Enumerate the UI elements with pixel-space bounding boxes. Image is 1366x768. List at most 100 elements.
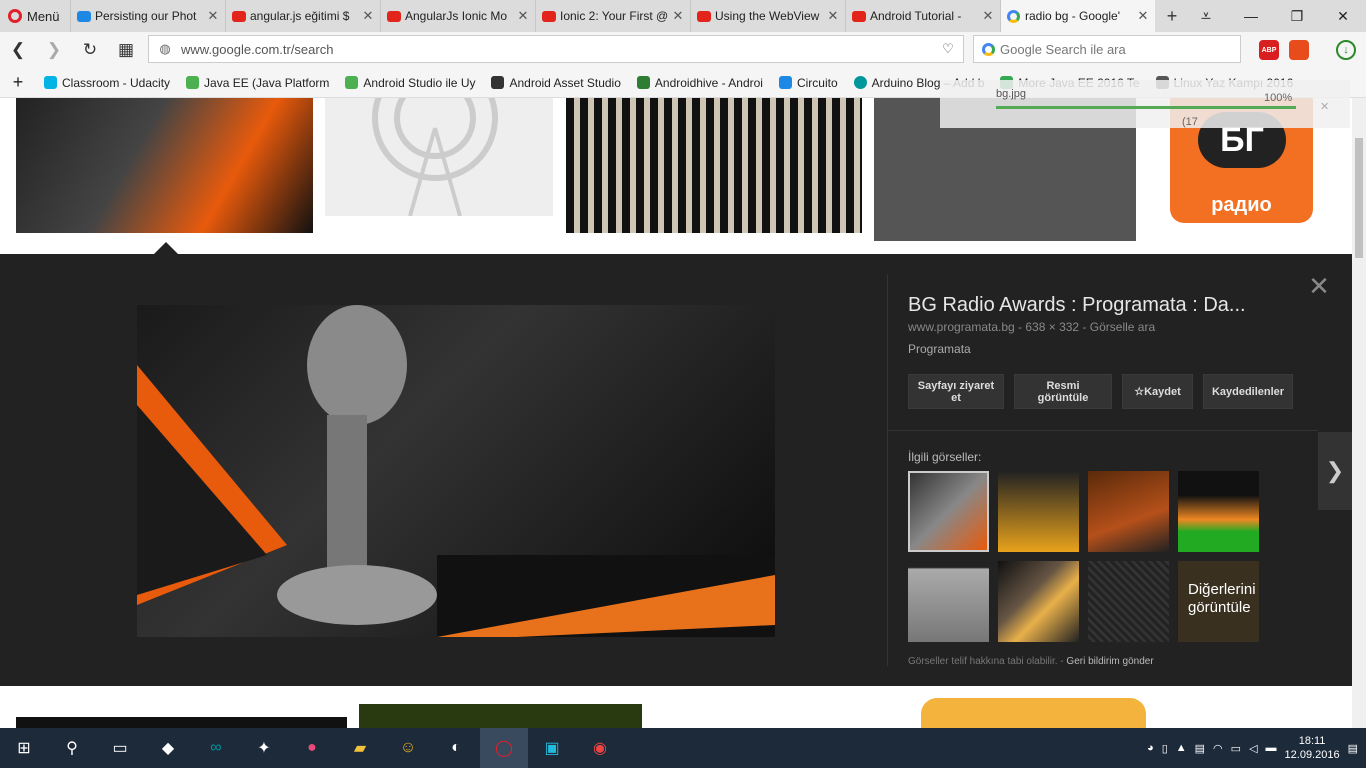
image-result[interactable] (325, 98, 553, 217)
tab[interactable]: Using the WebView ✕ (690, 0, 845, 32)
tab[interactable]: Ionic 2: Your First @ ✕ (535, 0, 690, 32)
close-tab-icon[interactable]: ✕ (207, 8, 219, 24)
flickr-icon[interactable]: ● (288, 728, 336, 768)
url-input[interactable]: ◍ www.google.com.tr/search ♡ (148, 35, 964, 63)
copyright-note: Görseller telif hakkına tabi olabilir. (908, 656, 1058, 667)
star-icon: ☆ (1134, 385, 1145, 398)
usb-icon[interactable]: ▯ (1162, 742, 1168, 755)
bookmark-item[interactable]: Circuito (771, 76, 846, 90)
forward-icon[interactable]: ❯ (36, 32, 72, 68)
speed-dial-icon[interactable]: ▦ (108, 32, 144, 68)
download-popup[interactable]: bg.jpg 100% (17 ✕ (940, 80, 1350, 128)
save-button[interactable]: ☆ Kaydet (1122, 374, 1193, 409)
image-result[interactable] (566, 98, 862, 233)
image-result[interactable] (921, 698, 1146, 728)
minimize-icon[interactable]: — (1228, 0, 1274, 32)
file-explorer-icon[interactable]: ▰ (336, 728, 384, 768)
notification-icon[interactable]: ▤ (1348, 742, 1358, 755)
new-tab-button[interactable]: + (1155, 0, 1189, 32)
start-icon[interactable]: ⊞ (0, 728, 48, 768)
scrollbar[interactable] (1352, 98, 1366, 728)
download-icon[interactable]: ↓ (1336, 40, 1356, 60)
scrollbar-thumb[interactable] (1355, 138, 1363, 258)
task-view-icon[interactable]: ▭ (96, 728, 144, 768)
more-images-label: Diğerlerini görüntüle (1188, 581, 1256, 616)
feedback-link[interactable]: Geri bildirim gönder (1066, 656, 1153, 667)
preview-image[interactable] (137, 305, 775, 637)
opera-icon[interactable]: ◯ (480, 728, 528, 768)
saved-button[interactable]: Kaydedilenler (1203, 374, 1293, 409)
related-image[interactable] (908, 471, 989, 552)
related-image[interactable] (908, 561, 989, 642)
bookmark-item[interactable]: Android Studio ile Uy (337, 76, 483, 90)
udacity-icon (44, 76, 57, 89)
preview-meta[interactable]: www.programata.bg - 638 × 332 - Görselle… (908, 320, 1155, 334)
tab[interactable]: AngularJs Ionic Mo ✕ (380, 0, 535, 32)
next-image-icon[interactable]: ❯ (1318, 432, 1352, 510)
chrome-icon[interactable]: ◉ (576, 728, 624, 768)
virtualbox-icon[interactable]: ◆ (144, 728, 192, 768)
tab[interactable]: Android Tutorial - ✕ (845, 0, 1000, 32)
bookmark-item[interactable]: Java EE (Java Platform (178, 76, 337, 90)
related-image[interactable] (998, 561, 1079, 642)
clock-time: 18:11 (1298, 735, 1326, 747)
tab[interactable]: angular.js eğitimi $ ✕ (225, 0, 380, 32)
unity-icon[interactable]: ✦ (240, 728, 288, 768)
close-tab-icon[interactable]: ✕ (1137, 8, 1149, 24)
app-icon[interactable]: ☺ (384, 728, 432, 768)
eclipse-icon[interactable]: ◐ (432, 728, 480, 768)
radio-tower-image (372, 98, 498, 217)
bookmark-item[interactable]: Androidhive - Androi (629, 76, 771, 90)
preview-source: Programata (908, 342, 971, 356)
keyboard-icon[interactable]: ▬ (1266, 742, 1277, 754)
tab-menu-icon[interactable]: ⩡ (1189, 0, 1223, 32)
bookmark-item[interactable]: Classroom - Udacity (36, 76, 178, 90)
nvidia-icon[interactable]: ▲ (1176, 742, 1187, 754)
webstorm-icon[interactable]: ▣ (528, 728, 576, 768)
address-bar: ❮ ❯ ↻ ▦ ◍ www.google.com.tr/search ♡ Goo… (0, 32, 1366, 68)
visit-page-button[interactable]: Sayfayı ziyaret et (908, 374, 1004, 409)
image-result[interactable] (16, 717, 347, 728)
maximize-icon[interactable]: ❐ (1274, 0, 1320, 32)
close-tab-icon[interactable]: ✕ (827, 8, 839, 24)
arduino-icon[interactable]: ∞ (192, 728, 240, 768)
close-tab-icon[interactable]: ✕ (362, 8, 374, 24)
reload-icon[interactable]: ↻ (72, 32, 108, 68)
weather-icon[interactable]: ◕ (1147, 742, 1154, 754)
close-window-icon[interactable]: ✕ (1320, 0, 1366, 32)
bookmark-item[interactable]: Android Asset Studio (483, 76, 628, 90)
related-image[interactable] (1088, 471, 1169, 552)
extension-icon[interactable] (1289, 40, 1309, 60)
close-tab-icon[interactable]: ✕ (672, 8, 684, 24)
preview-pointer (154, 242, 178, 254)
add-bookmark-icon[interactable]: + (0, 72, 36, 93)
wifi-icon[interactable]: ◠ (1213, 742, 1223, 755)
preview-title[interactable]: BG Radio Awards : Programata : Da... (908, 294, 1298, 317)
circuito-icon (778, 76, 792, 89)
view-image-button[interactable]: Resmi görüntüle (1014, 374, 1112, 409)
volume-icon[interactable]: ◁ (1249, 742, 1257, 755)
network-icon[interactable]: ▤ (1195, 742, 1205, 755)
search-icon[interactable]: ⚲ (48, 728, 96, 768)
more-images-tile[interactable]: Diğerlerini görüntüle (1178, 561, 1259, 642)
close-tab-icon[interactable]: ✕ (517, 8, 529, 24)
opera-menu-button[interactable]: Menü (0, 0, 70, 32)
close-tab-icon[interactable]: ✕ (982, 8, 994, 24)
clock[interactable]: 18:11 12.09.2016 (1285, 734, 1340, 762)
related-image[interactable] (998, 471, 1079, 552)
close-download-icon[interactable]: ✕ (1320, 100, 1329, 113)
image-result[interactable] (359, 704, 642, 728)
heart-icon[interactable]: ♡ (933, 41, 963, 57)
adblock-icon[interactable]: ABP (1259, 40, 1279, 60)
download-filename: bg.jpg (996, 88, 1026, 100)
related-image[interactable] (1178, 471, 1259, 552)
close-icon[interactable]: ✕ (1305, 272, 1333, 300)
related-image[interactable] (1088, 561, 1169, 642)
tab-title: radio bg - Google' (1025, 9, 1121, 23)
battery-icon[interactable]: ▭ (1231, 742, 1241, 755)
tab[interactable]: Persisting our Phot ✕ (70, 0, 225, 32)
search-input[interactable]: Google Search ile ara (973, 35, 1241, 63)
image-result[interactable] (16, 98, 313, 233)
back-icon[interactable]: ❮ (0, 32, 36, 68)
tab-active[interactable]: radio bg - Google' ✕ (1000, 0, 1155, 32)
